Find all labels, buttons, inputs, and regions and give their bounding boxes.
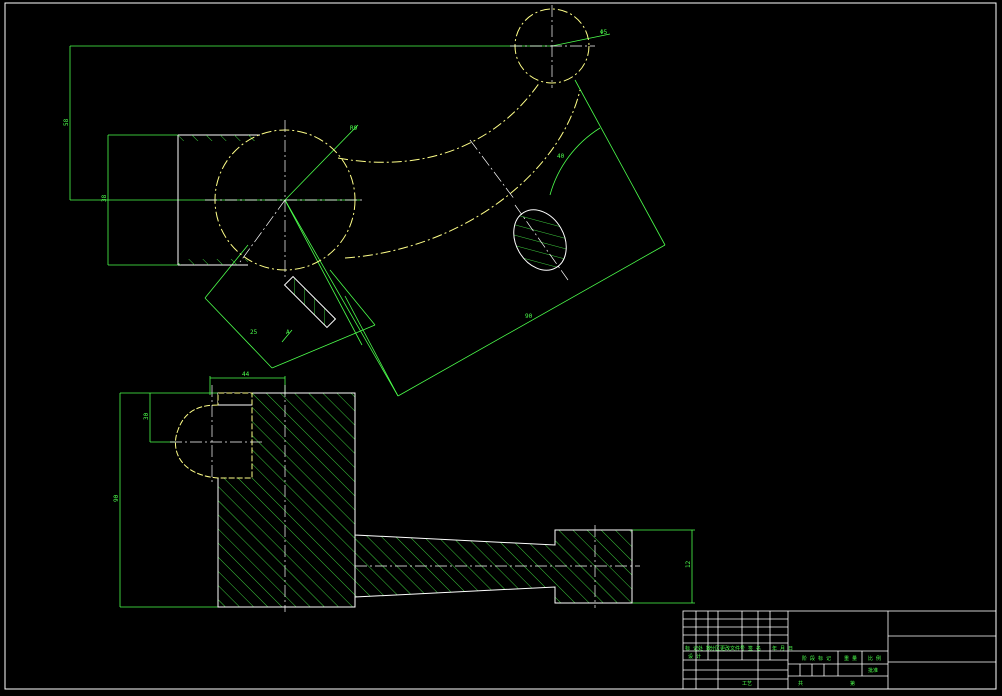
tb-label-weight: 重 量	[844, 655, 857, 662]
tb-label-scale: 比 例	[868, 655, 881, 662]
tb-label-approve: 批准	[868, 667, 878, 674]
tb-label-sheet-no: 第	[850, 680, 855, 687]
dim-length-short: 25	[250, 329, 258, 336]
tb-label-sheet-count: 共	[798, 680, 803, 687]
tb-label-change: 更改文件号	[720, 645, 745, 652]
view-label: A	[286, 329, 290, 336]
dim-height-boss: 38	[101, 194, 108, 202]
tb-label-stage: 阶 段 标 记	[802, 655, 831, 662]
dim-height-upper: 58	[63, 118, 70, 126]
dim-width-top: 44	[242, 371, 250, 378]
tb-label-date: 年 月 日	[772, 645, 793, 652]
dim-shaft-dia: 12	[685, 560, 692, 568]
tb-label-sign: 签 名	[748, 645, 761, 652]
dim-slot-height: 30	[143, 412, 150, 420]
front-view: 44 30 90 12	[113, 371, 695, 612]
tb-label-design: 设 计	[688, 653, 701, 660]
cad-drawing: Φ5 R9 58 38 40 90 25 A 44 30 90 12 标 记 处…	[4, 2, 997, 690]
tb-label-zone: 分区	[710, 645, 720, 652]
tb-label-process: 工艺	[742, 681, 752, 687]
tb-label-mark: 标 记	[685, 645, 698, 652]
dim-angle-arm: 40	[557, 153, 565, 160]
dim-length-diag: 90	[525, 313, 533, 320]
dim-radius-top: R9	[350, 125, 358, 132]
top-view: Φ5 R9 58 38 40 90 25 A	[63, 5, 666, 397]
dim-height-lower: 90	[113, 494, 120, 502]
dim-hole-dia: Φ5	[600, 29, 608, 36]
